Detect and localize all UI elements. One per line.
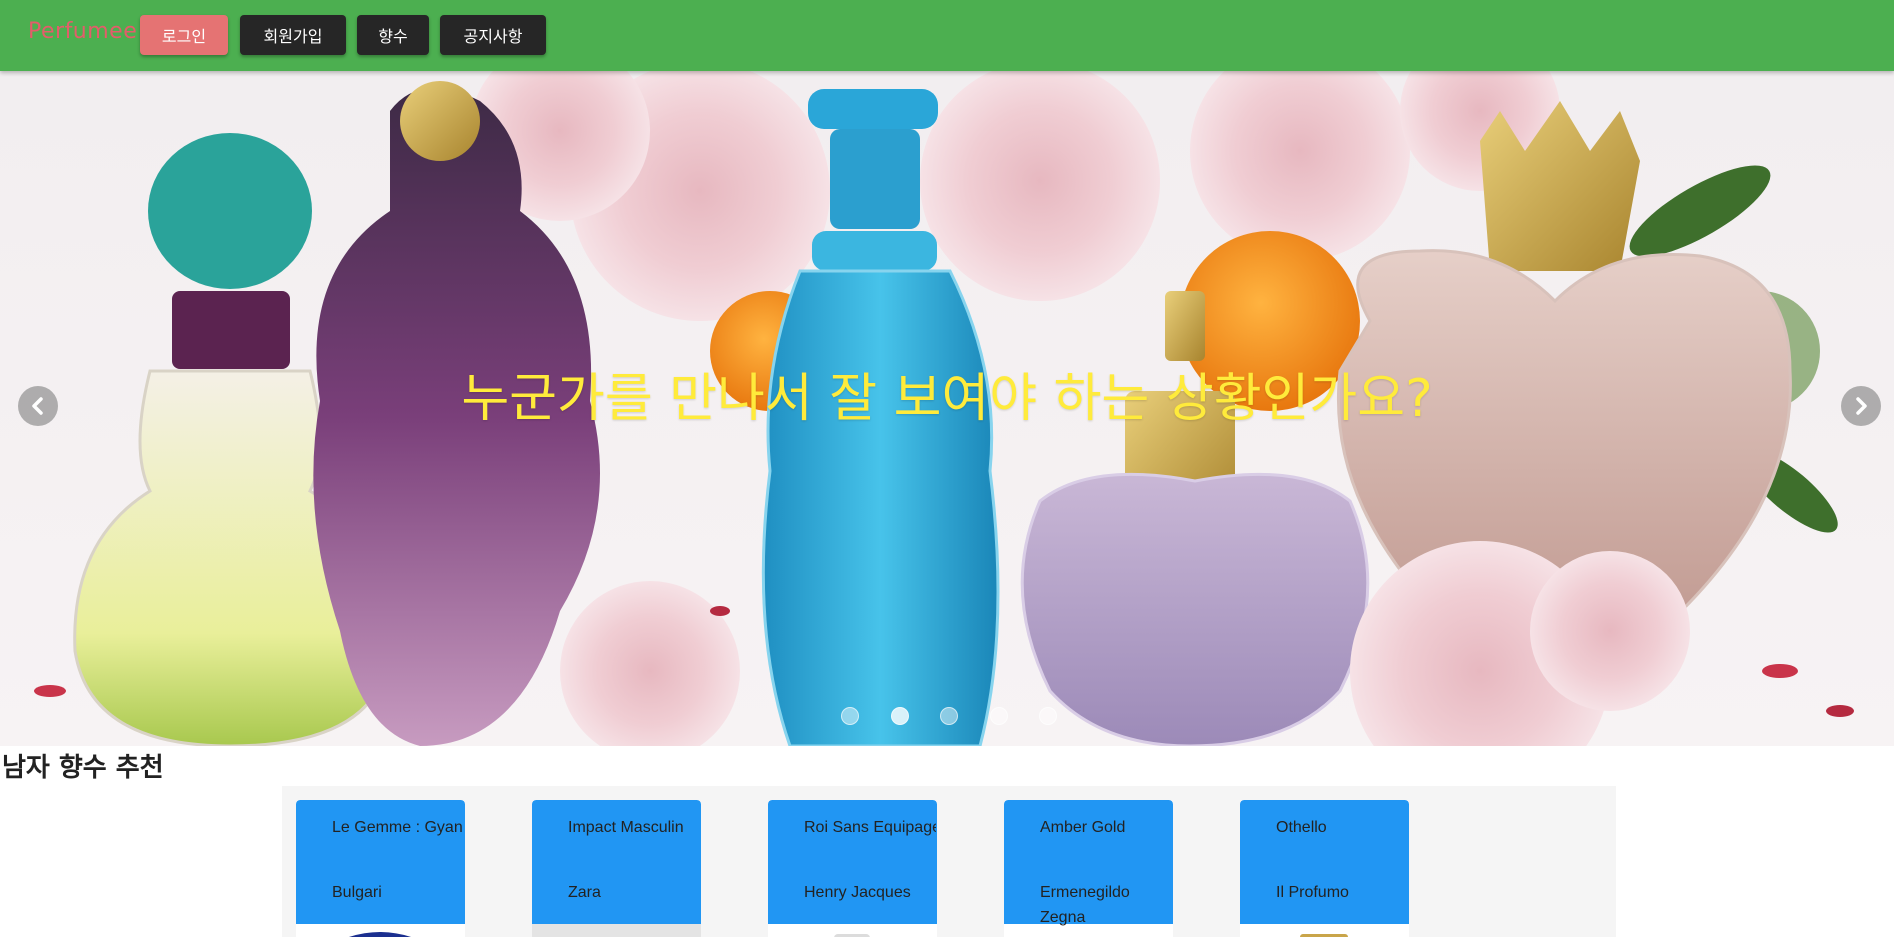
- card-header: Roi Sans Equipage Henry Jacques: [768, 800, 937, 924]
- section-title: 남자 향수 추천: [2, 753, 164, 783]
- site-logo[interactable]: Perfumee: [28, 19, 137, 44]
- carousel-dot[interactable]: [841, 707, 859, 725]
- chevron-right-icon: [1856, 397, 1867, 415]
- notice-button[interactable]: 공지사항: [440, 15, 546, 55]
- perfume-card[interactable]: Impact Masculin Zara: [532, 800, 701, 937]
- card-header: Othello Il Profumo: [1240, 800, 1409, 924]
- hero-carousel: 누군가를 만나서 잘 보여야 하는 상황인가요?: [0, 71, 1894, 746]
- carousel-caption: 누군가를 만나서 잘 보여야 하는 상황인가요?: [461, 369, 1433, 429]
- card-brand-name: Il Profumo: [1276, 884, 1349, 901]
- carousel-next-button[interactable]: [1841, 386, 1881, 426]
- perfume-thumbnail: [532, 924, 701, 937]
- chevron-left-icon: [32, 397, 43, 415]
- card-perfume-name: Amber Gold: [1040, 819, 1126, 836]
- card-perfume-name: Roi Sans Equipage: [804, 819, 936, 836]
- recommend-cards-panel: Le Gemme : Gyan Bulgari Impact Masculin …: [282, 786, 1616, 937]
- card-brand-name: Zara: [568, 884, 601, 901]
- perfume-card[interactable]: Le Gemme : Gyan Bulgari: [296, 800, 465, 937]
- carousel-dot[interactable]: [940, 707, 958, 725]
- perfume-button[interactable]: 향수: [357, 15, 429, 55]
- perfume-card[interactable]: Amber Gold Ermenegildo Zegna: [1004, 800, 1173, 937]
- card-brand-name: Bulgari: [332, 884, 382, 901]
- top-app-bar: Perfumee 로그인 회원가입 향수 공지사항: [0, 0, 1894, 71]
- login-button[interactable]: 로그인: [140, 15, 228, 55]
- signup-button[interactable]: 회원가입: [240, 15, 346, 55]
- perfume-thumbnail: [296, 924, 465, 937]
- card-brand-name: Ermenegildo Zegna: [1040, 884, 1130, 926]
- carousel-prev-button[interactable]: [18, 386, 58, 426]
- perfume-thumbnail: [1240, 924, 1409, 937]
- card-brand-name: Henry Jacques: [804, 884, 911, 901]
- perfume-card[interactable]: Roi Sans Equipage Henry Jacques: [768, 800, 937, 937]
- card-header: Amber Gold Ermenegildo Zegna: [1004, 800, 1173, 926]
- card-perfume-name: Othello: [1276, 819, 1327, 836]
- perfume-thumbnail: [768, 924, 937, 937]
- card-perfume-name: Impact Masculin: [568, 819, 684, 836]
- carousel-indicators: [0, 707, 1894, 727]
- perfume-card[interactable]: Othello Il Profumo: [1240, 800, 1409, 937]
- carousel-dot-active[interactable]: [891, 707, 909, 725]
- card-header: Impact Masculin Zara: [532, 800, 701, 924]
- carousel-dot[interactable]: [1039, 707, 1057, 725]
- card-perfume-name: Le Gemme : Gyan: [332, 819, 463, 836]
- carousel-dot[interactable]: [990, 707, 1008, 725]
- card-header: Le Gemme : Gyan Bulgari: [296, 800, 465, 924]
